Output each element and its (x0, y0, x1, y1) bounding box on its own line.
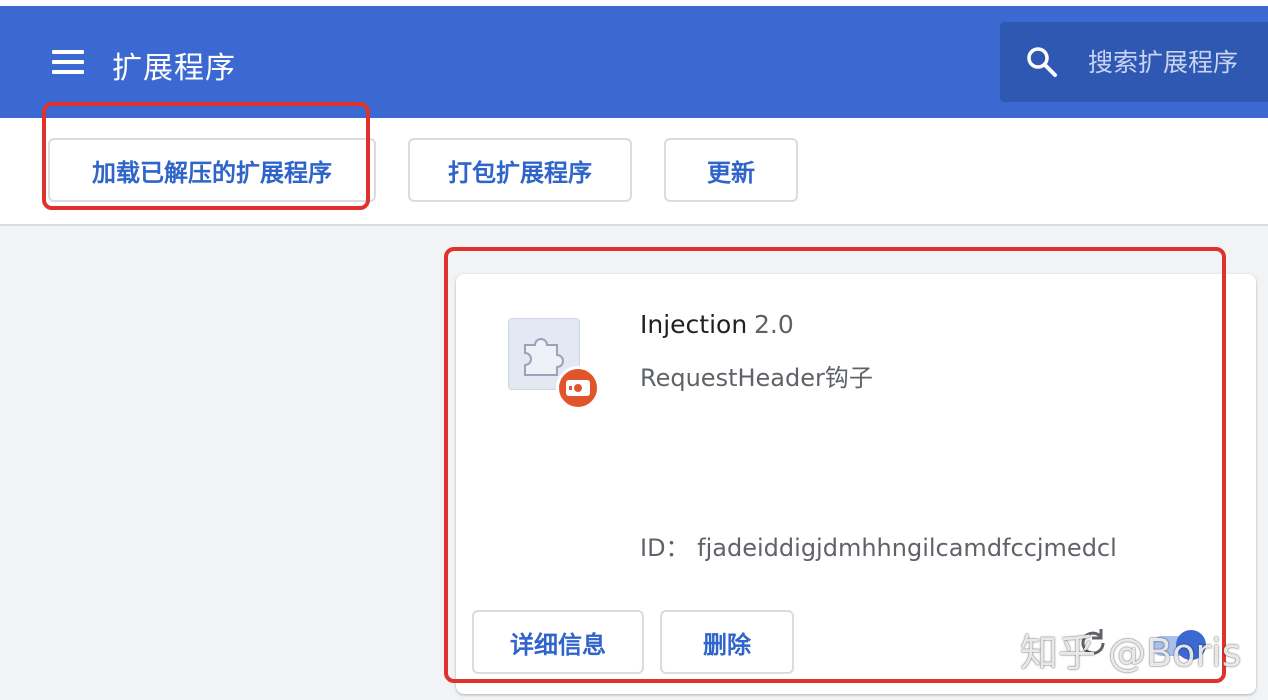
search-icon[interactable] (1024, 44, 1060, 80)
hamburger-menu-icon[interactable] (52, 50, 84, 76)
developer-mode-badge-icon (556, 366, 600, 410)
watermark: 知乎 @Boris (1020, 631, 1242, 675)
extension-id: ID： fjadeiddigjdmhhngilcamdfccjmedcl (640, 534, 1117, 562)
developer-toolbar: 加载已解压的扩展程序 打包扩展程序 更新 (0, 118, 1268, 226)
app-header: 扩展程序 (0, 6, 1268, 118)
pack-extension-button[interactable]: 打包扩展程序 (408, 138, 632, 202)
load-unpacked-button[interactable]: 加载已解压的扩展程序 (48, 138, 376, 202)
extension-description: RequestHeader钩子 (640, 364, 873, 392)
details-button[interactable]: 详细信息 (472, 610, 644, 674)
page-title: 扩展程序 (112, 51, 236, 86)
search-box[interactable] (1000, 22, 1268, 102)
search-input[interactable] (1088, 42, 1264, 82)
extension-name: Injection (640, 310, 748, 339)
extension-version: 2.0 (754, 310, 794, 339)
remove-button[interactable]: 删除 (660, 610, 794, 674)
update-button[interactable]: 更新 (664, 138, 798, 202)
